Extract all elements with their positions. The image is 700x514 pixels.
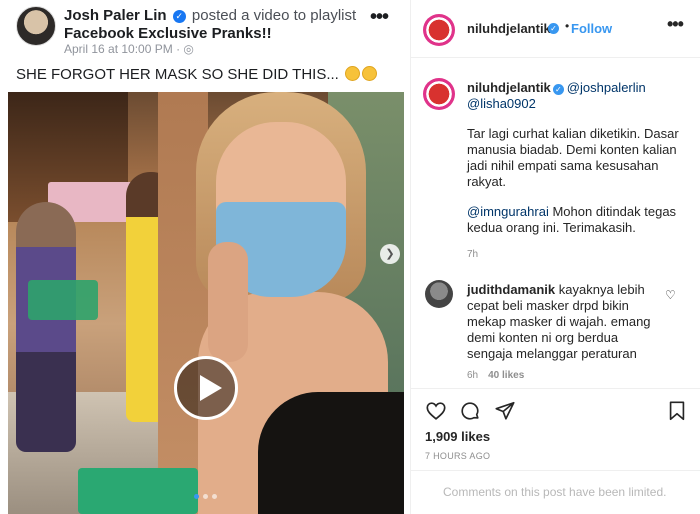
divider [411, 388, 700, 389]
instagram-panel: niluhdjelantik ✓ • Follow ••• niluhdjela… [410, 0, 700, 514]
bookmark-icon[interactable] [666, 400, 688, 422]
post-timestamp[interactable]: April 16 at 10:00 PM · ◎ [64, 42, 194, 56]
comment-meta: 6h 40 likes [467, 370, 524, 381]
caption-time: 7h [467, 249, 479, 260]
comments-limited-notice: Comments on this post have been limited. [443, 485, 667, 499]
caption-paragraph-2: @imngurahrai Mohon ditindak tegas kedua … [467, 204, 692, 236]
divider [411, 470, 700, 471]
author-name[interactable]: Josh Paler Lin [64, 7, 167, 24]
post-header: niluhdjelantik ✓ • Follow ••• [411, 0, 700, 58]
follow-button[interactable]: Follow [571, 21, 612, 36]
timestamp-text[interactable]: April 16 at 10:00 PM [64, 42, 173, 56]
comment: judithdamanik kayaknya lebih cepat beli … [467, 282, 667, 362]
caption-paragraph: Tar lagi curhat kalian diketikin. Dasar … [467, 126, 679, 189]
heart-icon[interactable] [425, 400, 447, 422]
comment-likes[interactable]: 40 likes [488, 370, 524, 381]
globe-icon: ◎ [183, 42, 194, 56]
verified-badge-icon: ✓ [172, 10, 186, 23]
post-header: Josh Paler Lin ✓ posted a video to playl… [64, 7, 384, 43]
carousel-dot[interactable] [203, 494, 208, 499]
post-caption: SHE FORGOT HER MASK SO SHE DID THIS... [16, 66, 378, 83]
caption-header: niluhdjelantik ✓ @joshpalerlin @lisha0902 [467, 80, 697, 112]
post-age: 7 HOURS AGO [425, 451, 491, 461]
video-player[interactable]: ❯ [8, 92, 404, 514]
comment-avatar[interactable] [425, 280, 453, 308]
post-action-text: posted a video to playlist [191, 7, 357, 24]
more-options-button[interactable]: ••• [667, 14, 684, 35]
comment-bubble-icon[interactable] [459, 400, 481, 422]
more-options-button[interactable]: ••• [370, 6, 389, 29]
carousel-dot[interactable] [212, 494, 217, 499]
likes-count[interactable]: 1,909 likes [425, 429, 490, 444]
comment-like-heart-icon[interactable]: ♡ [665, 288, 676, 302]
facebook-post: Josh Paler Lin ✓ posted a video to playl… [0, 0, 410, 514]
carousel-dot[interactable] [194, 494, 199, 499]
caption-username[interactable]: niluhdjelantik [467, 80, 551, 95]
video-scene-hand [208, 242, 248, 362]
video-scene-basket [28, 280, 98, 320]
play-button-icon[interactable] [174, 356, 238, 420]
separator-dot: • [565, 19, 570, 33]
laughing-emoji-icon [362, 66, 378, 81]
caption-avatar[interactable] [423, 78, 455, 110]
comment-time: 6h [467, 370, 479, 381]
video-scene-top [258, 392, 404, 514]
playlist-link[interactable]: Facebook Exclusive Pranks!! [64, 25, 272, 42]
carousel-next-icon[interactable]: ❯ [380, 244, 400, 264]
verified-badge-icon: ✓ [552, 84, 564, 95]
video-scene-basket [78, 468, 198, 514]
carousel-dots [194, 494, 217, 499]
comment-username[interactable]: judithdamanik [467, 282, 555, 297]
share-paper-plane-icon[interactable] [494, 400, 516, 422]
verified-badge-icon: ✓ [548, 23, 559, 34]
profile-avatar[interactable] [423, 14, 455, 46]
laughing-emoji-icon [345, 66, 361, 81]
header-username[interactable]: niluhdjelantik [467, 21, 551, 36]
caption-mention-link[interactable]: @imngurahrai [467, 204, 549, 219]
video-scene-person [16, 202, 76, 452]
author-avatar[interactable] [16, 6, 56, 46]
caption-text: SHE FORGOT HER MASK SO SHE DID THIS... [16, 66, 339, 83]
